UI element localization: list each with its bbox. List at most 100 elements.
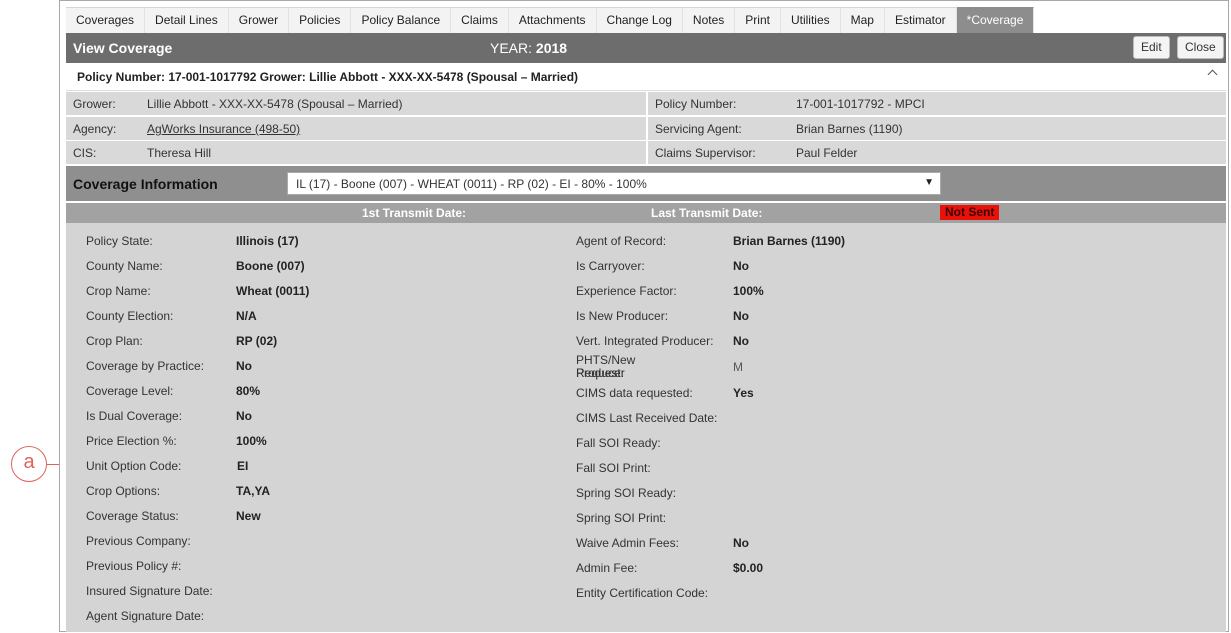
year-label: YEAR:: [490, 40, 533, 56]
tab-attachments[interactable]: Attachments: [508, 7, 597, 33]
tab-policies[interactable]: Policies: [289, 7, 352, 33]
field-label: Crop Name:: [86, 284, 151, 298]
year-display: YEAR: 2018: [490, 40, 567, 56]
field-label: Crop Options:: [86, 484, 161, 498]
field-label: Coverage Status:: [86, 509, 179, 523]
field-value: No: [733, 259, 749, 273]
agency-cell: Agency: AgWorks Insurance (498-50): [66, 117, 646, 140]
field-value: Boone (007): [236, 259, 305, 273]
coverage-detail-panel: Policy State: Illinois (17) County Name:…: [66, 223, 1226, 632]
field-label: Coverage Level:: [86, 384, 174, 398]
field-label: Crop Plan:: [86, 334, 143, 348]
info-row-grower: Grower: Lillie Abbott - XXX-XX-5478 (Spo…: [66, 92, 1226, 115]
field-label: Is New Producer:: [576, 309, 669, 323]
servicing-agent-cell: Servicing Agent: Brian Barnes (1190): [648, 117, 1226, 140]
tab-bar: Coverages Detail Lines Grower Policies P…: [66, 7, 1035, 33]
field-label: Previous Policy #:: [86, 559, 182, 573]
field-label: Insured Signature Date:: [86, 584, 213, 598]
info-row-agency: Agency: AgWorks Insurance (498-50) Servi…: [66, 117, 1226, 140]
chevron-up-icon[interactable]: [1207, 69, 1218, 80]
tab-change-log[interactable]: Change Log: [596, 7, 683, 33]
last-transmit-label: Last Transmit Date:: [651, 206, 763, 220]
field-value: No: [733, 309, 749, 323]
field-value: Illinois (17): [236, 234, 299, 248]
tab-grower[interactable]: Grower: [228, 7, 290, 33]
policy-info-grid: Grower: Lillie Abbott - XXX-XX-5478 (Spo…: [66, 92, 1226, 165]
grower-cell: Grower: Lillie Abbott - XXX-XX-5478 (Spo…: [66, 92, 646, 115]
field-label: County Name:: [86, 259, 163, 273]
field-label: County Election:: [86, 309, 174, 323]
field-value: No: [236, 359, 252, 373]
servicing-agent-label: Servicing Agent:: [655, 122, 742, 136]
policy-summary-text: Policy Number: 17-001-1017792 Grower: Li…: [77, 70, 579, 84]
field-value: Yes: [733, 386, 754, 400]
grower-value: Lillie Abbott - XXX-XX-5478 (Spousal – M…: [147, 97, 403, 111]
grower-label: Grower:: [73, 97, 116, 111]
claims-supervisor-value: Paul Felder: [796, 146, 858, 160]
field-value: M: [733, 360, 743, 374]
tab-estimator[interactable]: Estimator: [884, 7, 957, 33]
first-transmit-label: 1st Transmit Date:: [362, 206, 467, 220]
status-badge: Not Sent: [940, 205, 1000, 220]
field-value: No: [236, 409, 252, 423]
field-value: No: [733, 536, 749, 550]
cis-value: Theresa Hill: [147, 146, 212, 160]
servicing-agent-value: Brian Barnes (1190): [796, 122, 903, 136]
page-title: View Coverage: [73, 40, 173, 56]
close-button[interactable]: Close: [1177, 36, 1224, 59]
policy-number-cell: Policy Number: 17-001-1017792 - MPCI: [648, 92, 1226, 115]
tab-utilities[interactable]: Utilities: [780, 7, 841, 33]
callout-marker: a: [11, 446, 47, 482]
tab-policy-balance[interactable]: Policy Balance: [351, 7, 452, 33]
field-label: Waive Admin Fees:: [576, 536, 679, 550]
field-label: Unit Option Code:: [86, 459, 182, 473]
claims-supervisor-cell: Claims Supervisor: Paul Felder: [648, 141, 1226, 164]
agency-label: Agency:: [73, 122, 117, 136]
agency-link[interactable]: AgWorks Insurance (498-50): [147, 122, 300, 136]
dropdown-arrow-icon[interactable]: ▼: [924, 177, 934, 188]
transmit-bar: 1st Transmit Date: Last Transmit Date: N…: [66, 203, 1226, 223]
coverage-select[interactable]: IL (17) - Boone (007) - WHEAT (0011) - R…: [287, 172, 941, 195]
field-label: Experience Factor:: [576, 284, 677, 298]
field-label: Agent Signature Date:: [86, 609, 205, 623]
field-value: Wheat (0011): [236, 284, 310, 298]
field-value: RP (02): [236, 334, 278, 348]
coverage-select-value: IL (17) - Boone (007) - WHEAT (0011) - R…: [296, 177, 647, 191]
tab-coverage-active[interactable]: *Coverage: [956, 7, 1035, 33]
field-label: Admin Fee:: [576, 561, 638, 575]
field-value: No: [733, 334, 749, 348]
year-value: 2018: [535, 40, 568, 56]
field-label: Policy State:: [86, 234, 153, 248]
field-label: Price Election %:: [86, 434, 177, 448]
field-label-line2: Request:: [576, 366, 625, 380]
tab-map[interactable]: Map: [840, 7, 885, 33]
tab-claims[interactable]: Claims: [451, 7, 509, 33]
tab-notes[interactable]: Notes: [682, 7, 736, 33]
field-label: CIMS Last Received Date:: [576, 411, 718, 425]
info-row-cis: CIS: Theresa Hill Claims Supervisor: Pau…: [66, 141, 1226, 164]
edit-button[interactable]: Edit: [1133, 36, 1170, 59]
field-label: Fall SOI Print:: [576, 461, 651, 475]
app-window: Coverages Detail Lines Grower Policies P…: [59, 0, 1229, 632]
policy-number-label: Policy Number:: [655, 97, 737, 111]
cis-label: CIS:: [73, 146, 97, 160]
field-value: N/A: [236, 309, 257, 323]
field-label: Entity Certification Code:: [576, 586, 709, 600]
field-label: Is Carryover:: [576, 259, 645, 273]
view-header: View Coverage YEAR: 2018 Edit Close: [66, 33, 1226, 63]
cis-cell: CIS: Theresa Hill: [66, 141, 646, 164]
tab-coverages[interactable]: Coverages: [66, 7, 146, 33]
field-label: Is Dual Coverage:: [86, 409, 183, 423]
policy-summary-strip[interactable]: Policy Number: 17-001-1017792 Grower: Li…: [66, 63, 1226, 91]
field-label: Spring SOI Ready:: [576, 486, 677, 500]
field-value: New: [236, 509, 261, 523]
field-label: Fall SOI Ready:: [576, 436, 661, 450]
field-value: $0.00: [733, 561, 764, 575]
policy-number-value: 17-001-1017792 - MPCI: [796, 97, 925, 111]
field-value: 80%: [236, 384, 261, 398]
field-label: Vert. Integrated Producer:: [576, 334, 714, 348]
tab-print[interactable]: Print: [735, 7, 781, 33]
field-value: 100%: [733, 284, 764, 298]
field-label: Coverage by Practice:: [86, 359, 205, 373]
tab-detail-lines[interactable]: Detail Lines: [145, 7, 229, 33]
